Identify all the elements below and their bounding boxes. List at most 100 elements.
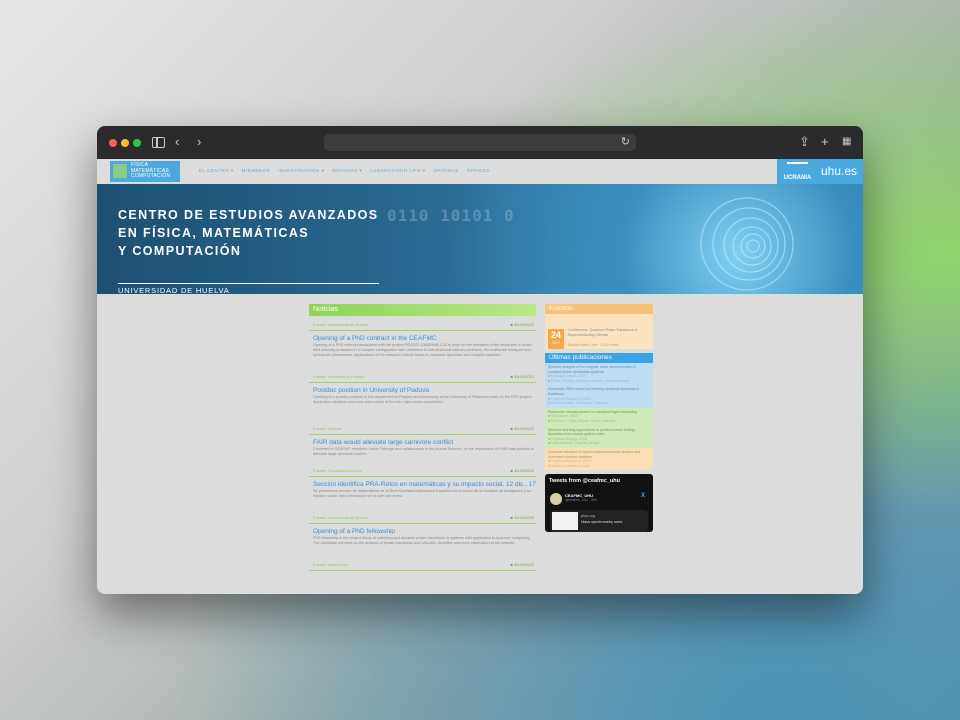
reload-icon[interactable]: ↻ <box>621 135 630 148</box>
twitter-widget[interactable]: Tweets from @ceafmc_uhu CEAFMC_UHU @ceaf… <box>545 474 653 533</box>
news-title-link[interactable]: Postdoc position in University of Padova <box>313 387 536 394</box>
twitter-heading: Tweets from @ceafmc_uhu <box>549 478 620 485</box>
nav-laboratorio-life[interactable]: LABORATORIO LIFE ▾ <box>370 168 425 174</box>
avatar[interactable] <box>550 493 562 506</box>
site-header: FÍSICA MATEMÁTICAS COMPUTACIÓN EL CENTRO… <box>97 159 863 184</box>
publications-heading: Últimas publicaciones <box>545 353 653 363</box>
news-excerpt: Se presenta la sección de matemáticas de… <box>313 489 532 498</box>
news-item: Fuente: University of Padova 30/10/2023 … <box>309 374 536 420</box>
events-heading: Eventos <box>545 304 653 314</box>
nav-miembros[interactable]: MIEMBROS <box>242 168 271 174</box>
news-excerpt: Opening of a PhD contract associated wit… <box>313 343 532 357</box>
minimize-window-button[interactable] <box>121 139 129 147</box>
chevron-right-icon[interactable]: › <box>197 134 201 150</box>
address-bar[interactable]: ↻ <box>324 134 636 151</box>
news-date: 30/10/2023 <box>510 468 534 473</box>
news-meta: Fuente: University of Padova 30/10/2023 <box>309 374 536 383</box>
chevron-left-icon[interactable]: ‹ <box>175 134 179 150</box>
right-column: Eventos 24 NOV Conferencia: Quantum Phas… <box>545 304 653 533</box>
uhu-logo[interactable]: uhu.es <box>818 159 863 184</box>
news-source: Fuente: University of Padova <box>313 374 365 379</box>
publication-item[interactable]: Plasmonic nanostructures for enhanced li… <box>545 407 653 426</box>
banner-title-line: EN FÍSICA, MATEMÁTICAS <box>118 226 309 240</box>
web-page: FÍSICA MATEMÁTICAS COMPUTACIÓN EL CENTRO… <box>97 159 863 594</box>
publication-title[interactable]: Quantum transport in hybrid superconduct… <box>548 450 650 459</box>
publication-authors: ■ Ramírez, López-García, Torres, Navarro <box>548 418 616 423</box>
nav-investigacion[interactable]: INVESTIGACIÓN ▾ <box>278 168 324 174</box>
ceafmc-logo[interactable]: FÍSICA MATEMÁTICAS COMPUTACIÓN <box>110 161 180 182</box>
publication-item[interactable]: Machine learning approaches to predict p… <box>545 425 653 448</box>
news-date: 30/10/2023 <box>510 322 534 327</box>
x-logo-icon[interactable]: X <box>641 493 645 499</box>
close-window-button[interactable] <box>109 139 117 147</box>
publication-title[interactable]: Machine learning approaches to predict p… <box>548 428 650 437</box>
maximize-window-button[interactable] <box>133 139 141 147</box>
logo-text: FÍSICA MATEMÁTICAS COMPUTACIÓN <box>131 162 171 180</box>
news-excerpt: Comment in CEAFMC members Javier Fabrega… <box>313 447 534 456</box>
browser-titlebar: ‹ › ↻ ⇪ + ▦ <box>97 126 863 159</box>
banner-divider <box>118 283 379 284</box>
publication-authors: ■ Gómez-Martín, Rodríguez, Martínez <box>548 401 609 406</box>
news-excerpt: PhD fellowship in the project Study of s… <box>313 536 531 545</box>
event-meta: Edificio Marie Curie · 12:00 horas <box>568 343 619 347</box>
tweet-card-snippet: Mass spectrometry sorts <box>581 520 623 525</box>
event-month: NOV <box>552 341 560 345</box>
tweet-card-thumbnail <box>552 512 578 531</box>
nav-oficinas[interactable]: OFICINAS <box>434 168 459 174</box>
publication-authors: ■ Vázquez, Herrera, Luna <box>548 463 590 468</box>
share-icon[interactable]: ⇪ <box>799 134 810 150</box>
news-date: 30/10/2023 <box>510 515 534 520</box>
browser-window: ‹ › ↻ ⇪ + ▦ FÍSICA MATEMÁTICAS COMPUTACI… <box>97 126 863 594</box>
news-title-link[interactable]: FAIR data would alleviate large carnivor… <box>313 439 536 446</box>
event-date-badge: 24 NOV <box>548 329 564 349</box>
publication-title[interactable]: Stochastic SEIR model for inferring epid… <box>548 387 650 396</box>
banner-title-line: CENTRO DE ESTUDIOS AVANZADOS <box>118 208 379 222</box>
news-title-link[interactable]: Opening of a PhD contract in the CEAFMC <box>313 335 536 342</box>
ucrania-badge[interactable]: UCRANIA <box>777 159 818 184</box>
banner-title-line: Y COMPUTACIÓN <box>118 244 242 258</box>
ucrania-icon <box>787 162 808 172</box>
tweet-handle: @ceafmc_uhu · 24h <box>565 498 597 503</box>
news-title-link[interactable]: Opening of a PhD fellowship <box>313 528 536 535</box>
news-item: Fuente: Universidad de Huelva 30/10/2023… <box>309 322 536 368</box>
tab-overview-icon[interactable]: ▦ <box>842 134 851 150</box>
nav-offices[interactable]: OFFICES <box>467 168 490 174</box>
publication-title[interactable]: Spectral analysis of the singular value … <box>548 365 650 374</box>
banner-title: CENTRO DE ESTUDIOS AVANZADOS EN FÍSICA, … <box>118 206 379 260</box>
news-date: 30/10/2023 <box>510 374 534 379</box>
publication-item[interactable]: Spectral analysis of the singular value … <box>545 363 653 386</box>
news-date: 30/10/2023 <box>510 562 534 567</box>
event-day: 24 <box>550 330 561 340</box>
news-source: Fuente: Fundación Andaluz <box>313 468 362 473</box>
news-title-link[interactable]: Sección identifica PRA-Retos en matemáti… <box>313 481 536 488</box>
news-date: 30/10/2023 <box>510 426 534 431</box>
event-item[interactable]: 24 NOV Conferencia: Quantum Phase Transi… <box>545 314 653 349</box>
news-meta: Fuente: Science 30/10/2023 <box>309 426 536 435</box>
banner-subtitle: UNIVERSIDAD DE HUELVA <box>118 286 230 294</box>
event-title[interactable]: Conferencia: Quantum Phase Transitions i… <box>568 328 650 338</box>
news-source: Fuente: Universidad de Huelva <box>313 515 368 520</box>
publication-item[interactable]: Stochastic SEIR model for inferring epid… <box>545 385 653 408</box>
publication-authors: ■ Díaz, Moreno, Castillo, Ortega <box>548 441 600 446</box>
publication-item[interactable]: Quantum transport in hybrid superconduct… <box>545 447 653 471</box>
ucrania-label: UCRANIA <box>783 175 812 181</box>
news-meta: Fuente: Universidad de Huelva 30/10/2023 <box>309 322 536 331</box>
news-excerpt: Opening of a postdoc position in the dep… <box>313 395 533 404</box>
news-item: Fuente: Huelva Info 30/10/2023 <box>309 562 536 571</box>
news-item: Fuente: Universidad de Huelva 30/10/2023… <box>309 515 536 556</box>
news-source: Fuente: Universidad de Huelva <box>313 322 368 327</box>
main-nav: EL CENTRO ▾ MIEMBROS INVESTIGACIÓN ▾ NOT… <box>199 168 490 174</box>
binary-decoration: 0110 10101 0 <box>387 206 515 225</box>
logo-line: COMPUTACIÓN <box>131 173 171 180</box>
news-meta: Fuente: Universidad de Huelva 30/10/2023 <box>309 515 536 524</box>
hero-banner: 0110 10101 0 CENTRO DE ESTUDIOS AVANZADO… <box>97 184 863 294</box>
news-item: Fuente: Fundación Andaluz 30/10/2023 Sec… <box>309 468 536 509</box>
plus-icon[interactable]: + <box>821 134 829 150</box>
sidebar-toggle-icon[interactable] <box>152 137 165 148</box>
tweet-link-card[interactable]: phys.org Mass spectrometry sorts <box>550 510 648 533</box>
news-source: Fuente: Huelva Info <box>313 562 348 567</box>
nav-el-centro[interactable]: EL CENTRO ▾ <box>199 168 234 174</box>
tweet-card-domain: phys.org <box>581 514 595 519</box>
nav-noticias[interactable]: NOTICIAS ▾ <box>332 168 362 174</box>
news-item: Fuente: Science 30/10/2023 FAIR data wou… <box>309 426 536 462</box>
